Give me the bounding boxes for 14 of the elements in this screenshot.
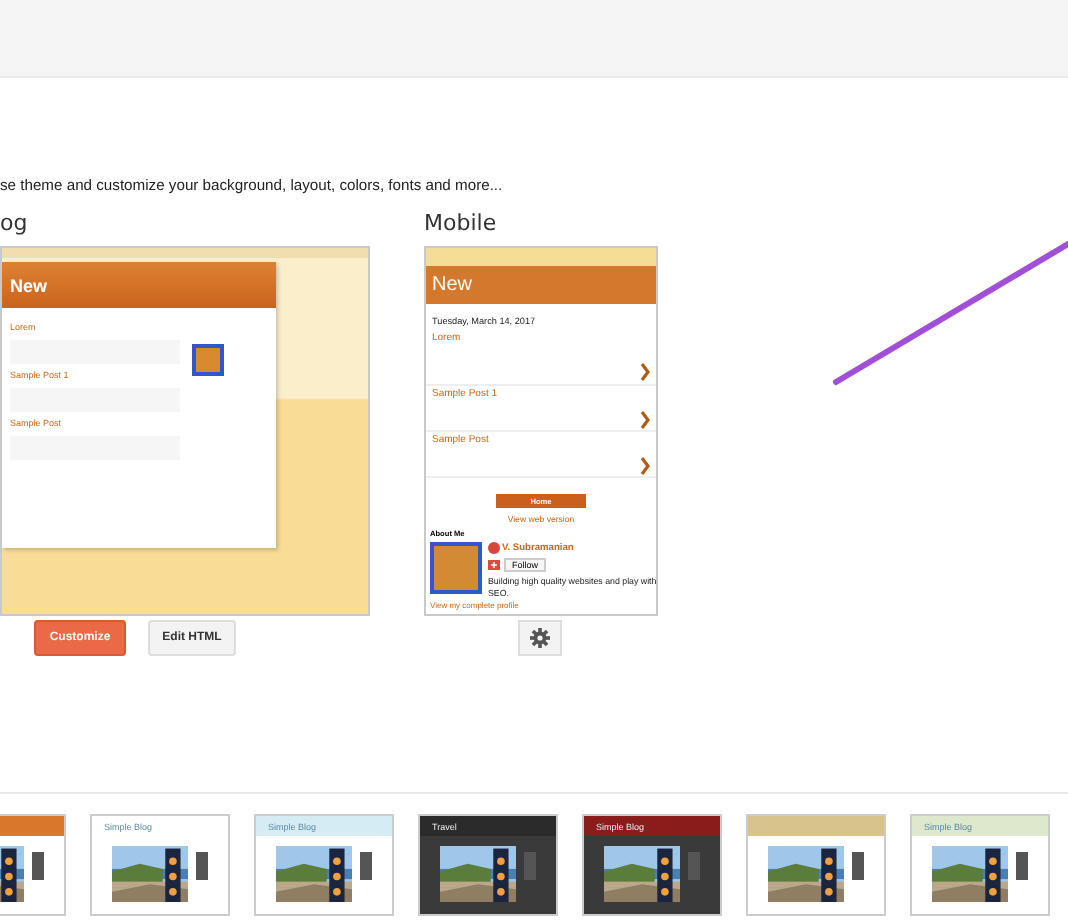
profile-icon <box>488 542 500 554</box>
chevron-icon[interactable] <box>640 456 650 476</box>
blog-title: New <box>2 262 276 308</box>
section-heading: og <box>0 210 30 236</box>
section-heading: Mobile <box>424 210 499 236</box>
chevron-icon[interactable] <box>640 362 650 382</box>
settings-icon <box>530 628 550 648</box>
blog-title: New <box>426 266 656 304</box>
avatar <box>192 344 224 376</box>
avatar <box>430 542 482 594</box>
settings-button[interactable] <box>518 620 562 656</box>
chevron-icon[interactable] <box>640 410 650 430</box>
theme-thumbnail[interactable] <box>746 814 886 916</box>
plus-icon <box>488 560 500 570</box>
